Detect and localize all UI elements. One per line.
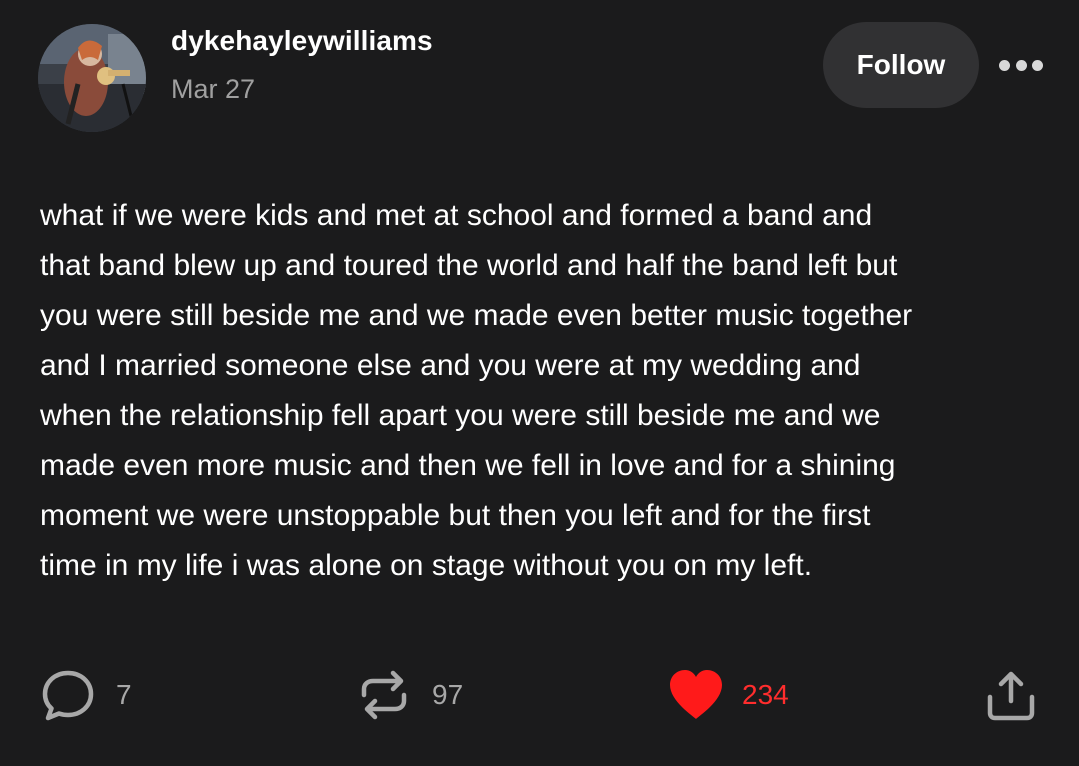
- post-header: dykehayleywilliams Mar 27 Follow: [38, 22, 1049, 132]
- reply-button[interactable]: 7: [40, 660, 132, 730]
- post-text-line: made even more music and then we fell in…: [40, 449, 896, 482]
- repost-arrows-icon: [361, 670, 407, 720]
- share-button[interactable]: [983, 660, 1039, 730]
- like-button[interactable]: 234: [666, 660, 789, 730]
- reblog-button[interactable]: 97: [356, 660, 463, 730]
- dot: [1015, 59, 1027, 71]
- follow-button[interactable]: Follow: [823, 22, 979, 108]
- post-text-line: moment we were unstoppable but then you …: [40, 499, 871, 532]
- more-options-icon[interactable]: [999, 55, 1043, 75]
- username-link[interactable]: dykehayleywilliams: [171, 25, 433, 57]
- speech-bubble-icon: [42, 670, 94, 721]
- post-date[interactable]: Mar 27: [171, 74, 255, 105]
- post-text-line: what if we were kids and met at school a…: [40, 199, 873, 232]
- reply-count: 7: [116, 679, 132, 710]
- post-text-line: when the relationship fell apart you wer…: [40, 399, 881, 432]
- share-upload-icon: [987, 671, 1035, 721]
- post-text-line: and I married someone else and you were …: [40, 349, 861, 382]
- avatar-photo: [38, 24, 146, 132]
- reblog-count: 97: [432, 679, 464, 710]
- dot: [1032, 59, 1043, 71]
- post-text-line: time in my life i was alone on stage wit…: [40, 549, 813, 582]
- post-body: what if we were kids and met at school a…: [40, 191, 1040, 591]
- post-text-line: that band blew up and toured the world a…: [40, 249, 898, 282]
- like-count: 234: [742, 679, 789, 710]
- post-text-line: you were still beside me and we made eve…: [40, 299, 913, 332]
- dot: [999, 59, 1010, 71]
- heart-icon: [670, 670, 722, 719]
- avatar[interactable]: [38, 24, 146, 132]
- post-card: dykehayleywilliams Mar 27 Follow what if…: [0, 0, 1079, 766]
- post-actions: 7 97 234: [0, 660, 1079, 730]
